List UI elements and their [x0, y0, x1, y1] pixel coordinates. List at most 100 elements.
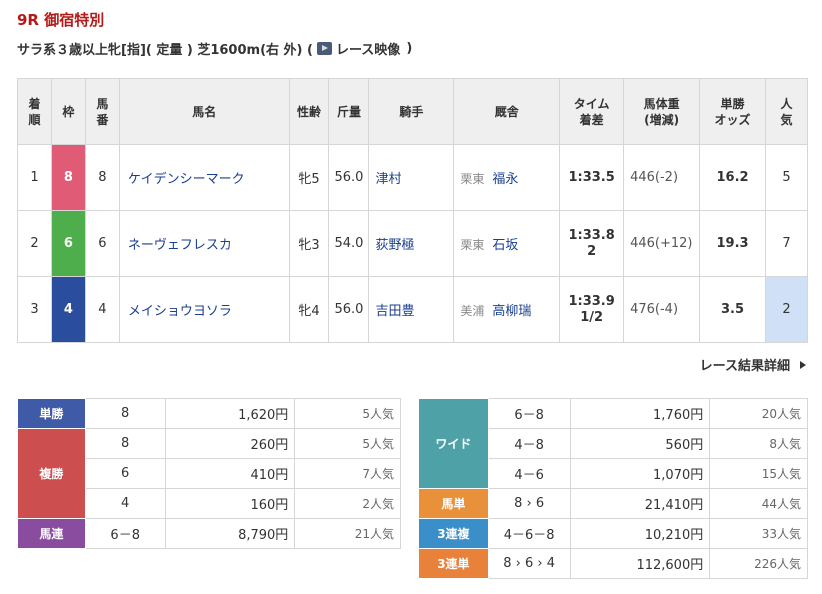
horse-number: 8 — [84, 144, 120, 211]
result-table: 着順枠馬番馬名 性齢 斤量 騎手 厩舎 タイム 着差 馬体重 (増減) 単勝 オッズ人気 1 8 8 ケイ… — [17, 78, 808, 343]
trainer-cell: 美浦 高柳瑞 — [453, 276, 561, 343]
payout-popularity: 44人気 — [709, 488, 808, 519]
header-label: 番 — [96, 112, 109, 127]
waku-number: 8 — [51, 145, 85, 210]
sex-age: 牝3 — [288, 210, 330, 277]
payout-combo: 6 — [84, 458, 166, 489]
waku-cell: 6 — [50, 210, 86, 277]
carried-weight: 54.0 — [328, 210, 370, 277]
trainer-area: 栗東 — [460, 238, 485, 252]
win-odds: 16.2 — [699, 144, 766, 211]
popularity: 7 — [765, 210, 808, 277]
trainer-link[interactable]: 高柳瑞 — [492, 304, 531, 319]
payout-combo: 4－8 — [487, 428, 571, 459]
payout-row: 単勝 8 1,620円 5人気 — [17, 398, 401, 429]
carried-weight: 56.0 — [328, 144, 370, 211]
payout-popularity: 33人気 — [709, 518, 808, 549]
margin: 1/2 — [580, 309, 604, 325]
payout-combo: 4－6 — [487, 458, 571, 489]
sex-age: 牝5 — [288, 144, 330, 211]
finish-time: 1:33.9 — [568, 293, 615, 309]
race-title: 9R 御宿特別 — [17, 11, 105, 29]
payout-amount: 21,410円 — [569, 488, 711, 519]
win-odds: 19.3 — [699, 210, 766, 277]
result-header-cell: 性齢 — [288, 78, 330, 145]
triangle-right-icon — [800, 360, 806, 369]
payout-popularity: 5人気 — [294, 428, 401, 459]
payout-combo: 8 › 6 › 4 — [487, 548, 571, 579]
payout-popularity: 226人気 — [709, 548, 808, 579]
result-header-cell: 馬番 — [84, 78, 120, 145]
race-detail-label: レース結果詳細 — [699, 359, 790, 374]
header-label: 順 — [28, 112, 41, 127]
header-label: 人 — [780, 96, 793, 111]
horse-name-link[interactable]: ネーヴェフレスカ — [118, 210, 290, 277]
jockey-link[interactable]: 津村 — [368, 144, 455, 211]
trainer-cell: 栗東 石坂 — [453, 210, 561, 277]
payout-row: 3連複 4－6－8 10,210円 33人気 — [418, 518, 808, 549]
payout-amount: 160円 — [164, 488, 296, 519]
finish-time: 1:33.8 — [568, 227, 615, 243]
horse-number: 6 — [84, 210, 120, 277]
popularity: 2 — [765, 276, 808, 343]
payout-popularity: 15人気 — [709, 458, 808, 489]
header-label: 馬 — [96, 96, 109, 111]
payout-combo: 4－6－8 — [487, 518, 571, 549]
result-header-row: 着順枠馬番馬名 性齢 斤量 騎手 厩舎 タイム 着差 馬体重 (増減) 単勝 オッズ人気 — [17, 78, 808, 145]
header-label: 単勝 — [720, 96, 745, 111]
trainer-link[interactable]: 福永 — [492, 172, 518, 187]
race-detail-link[interactable]: レース結果詳細 — [700, 355, 806, 374]
header-label: 着差 — [579, 112, 604, 127]
waku-number: 4 — [51, 277, 85, 342]
waku-cell: 8 — [50, 144, 86, 211]
payout-combo: 8 — [84, 398, 166, 429]
horse-number: 4 — [84, 276, 120, 343]
rank: 1 — [17, 144, 52, 211]
video-icon[interactable] — [316, 42, 332, 55]
payout-table-left: 単勝 8 1,620円 5人気 複勝 8 260円 5人気 6 410円 7人気 4 160円 2人気 馬連… — [17, 398, 401, 549]
carried-weight: 56.0 — [328, 276, 370, 343]
popularity: 5 — [765, 144, 808, 211]
payout-amount: 1,070円 — [569, 458, 711, 489]
payout-amount: 8,790円 — [164, 518, 296, 549]
margin: 2 — [587, 243, 597, 259]
payout-amount: 112,600円 — [569, 548, 711, 579]
result-header-cell: 馬名 — [118, 78, 290, 145]
payout-amount: 560円 — [569, 428, 711, 459]
trainer-area: 美浦 — [460, 304, 485, 318]
header-label: 斤量 — [336, 104, 361, 119]
payout-combo: 4 — [84, 488, 166, 519]
trainer-link[interactable]: 石坂 — [492, 238, 518, 253]
header-label: 着 — [28, 96, 41, 111]
payout-table-right: ワイド 6－8 1,760円 20人気 4－8 560円 8人気 4－6 1,070円 15人気馬… — [418, 398, 808, 579]
jockey-link[interactable]: 荻野極 — [368, 210, 455, 277]
body-weight: 446(-2) — [623, 144, 701, 211]
payout-row: 馬連 6－8 8,790円 21人気 — [17, 518, 401, 549]
waku-number: 6 — [51, 211, 85, 276]
result-header-cell: 人気 — [765, 78, 808, 145]
header-label: 馬名 — [192, 104, 217, 119]
payout-amount: 10,210円 — [569, 518, 711, 549]
payout-type-label: 3連単 — [418, 548, 489, 579]
table-row: 3 4 4 メイショウヨソラ 牝4 56.0 吉田豊 美浦 高柳瑞 1:33.9 1/2 476(-4… — [17, 276, 808, 343]
horse-name-link[interactable]: ケイデンシーマーク — [118, 144, 290, 211]
header-label: 騎手 — [399, 104, 424, 119]
time-cell: 1:33.8 2 — [559, 210, 625, 277]
race-condition-close: ) — [406, 41, 413, 56]
payout-popularity: 8人気 — [709, 428, 808, 459]
header-label: 馬体重 — [643, 96, 680, 111]
header-label: オッズ — [714, 112, 751, 127]
sex-age: 牝4 — [288, 276, 330, 343]
jockey-link[interactable]: 吉田豊 — [368, 276, 455, 343]
payout-amount: 410円 — [164, 458, 296, 489]
horse-name-link[interactable]: メイショウヨソラ — [118, 276, 290, 343]
time-cell: 1:33.9 1/2 — [559, 276, 625, 343]
race-video-link[interactable]: レース映像 — [336, 39, 400, 58]
result-header-cell: 馬体重 (増減) — [623, 78, 701, 145]
payout-row: 複勝 8 260円 5人気 — [17, 428, 401, 519]
race-condition: サラ系３歳以上牝[指]( 定量 ) 芝1600m(右 外) ( レース映像 ) — [17, 39, 412, 58]
result-header-cell: 厩舎 — [453, 78, 561, 145]
payout-type-label: ワイド — [418, 398, 489, 489]
result-header-cell: 騎手 — [368, 78, 455, 145]
payout-popularity: 21人気 — [294, 518, 401, 549]
